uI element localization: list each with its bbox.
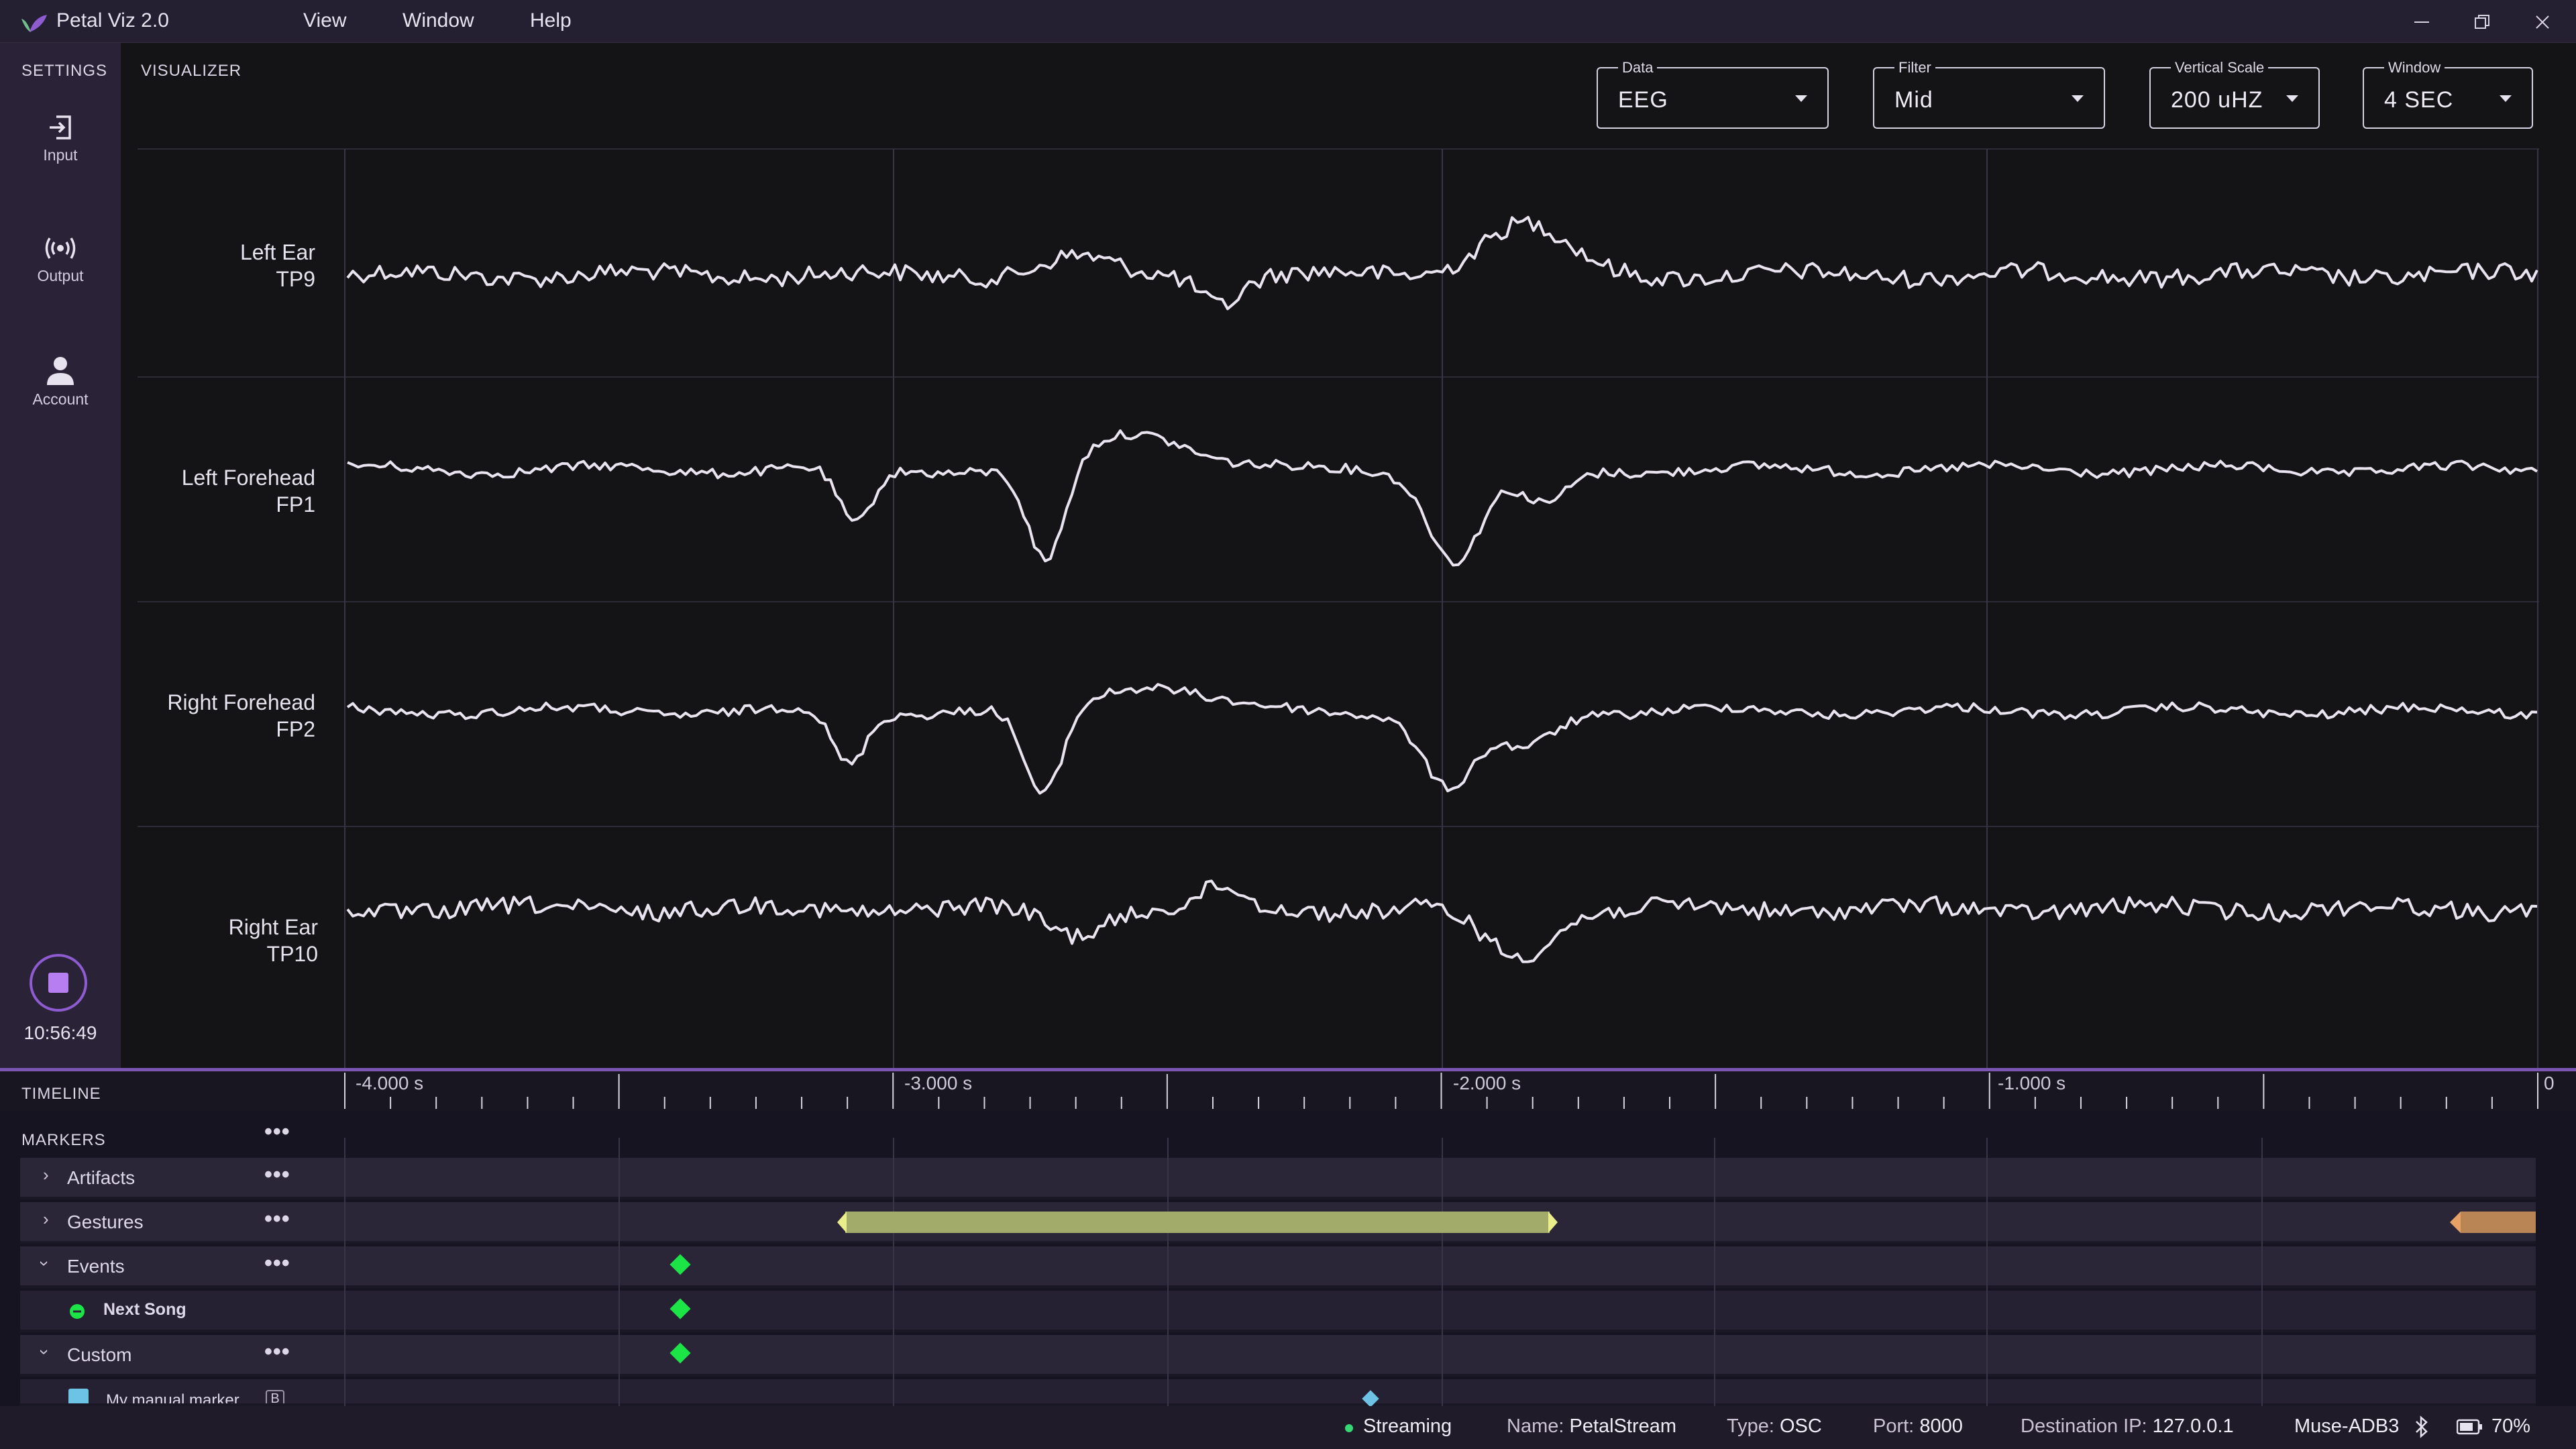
event-marker[interactable] <box>669 1298 691 1320</box>
window-select[interactable]: Window 4 SEC <box>2363 59 2533 129</box>
menu-window[interactable]: Window <box>402 9 474 32</box>
name-value: PetalStream <box>1569 1415 1677 1437</box>
dest-value: 127.0.0.1 <box>2152 1415 2234 1437</box>
restore-icon <box>2475 15 2489 29</box>
data-select-value: EEG <box>1618 87 1668 113</box>
chevron-down-icon <box>2500 95 2512 102</box>
channel-name: Left Ear <box>239 240 315 264</box>
device-name: Muse-ADB3 <box>2294 1415 2399 1438</box>
app-title: Petal Viz 2.0 <box>56 9 169 32</box>
channel-code: TP9 <box>276 267 315 291</box>
stop-button[interactable] <box>30 954 87 1012</box>
petal-logo-icon <box>21 15 47 32</box>
filter-select[interactable]: Filter Mid <box>1873 59 2105 129</box>
settings-sidebar <box>0 43 121 1068</box>
chevron-down-icon <box>2072 95 2084 102</box>
streaming-status: Streaming <box>1363 1415 1452 1438</box>
vertical-scale-select[interactable]: Vertical Scale 200 uHZ <box>2149 59 2320 129</box>
channel-label-tp10: Right Ear TP10 <box>144 914 318 967</box>
tick-label: 0 <box>2544 1073 2555 1093</box>
minimize-icon <box>2414 21 2429 23</box>
channel-label-fp2: Right Forehead FP2 <box>141 689 315 743</box>
visualizer-heading: VISUALIZER <box>141 62 242 80</box>
channel-name: Right Forehead <box>167 690 315 714</box>
input-icon <box>50 115 71 140</box>
destination-ip: Destination IP: 127.0.0.1 <box>2021 1415 2234 1438</box>
data-select[interactable]: Data EEG <box>1597 59 1829 129</box>
tick-label: -2.000 s <box>1453 1073 1521 1093</box>
clock: 10:56:49 <box>23 1022 97 1043</box>
stream-port: Port: 8000 <box>1873 1415 1963 1438</box>
channel-name: Left Forehead <box>181 466 315 490</box>
sidebar-item-label: Output <box>37 267 84 284</box>
port-value: 8000 <box>1919 1415 1963 1437</box>
tick-label: -3.000 s <box>904 1073 973 1093</box>
gesture-bar-start-handle[interactable] <box>837 1212 847 1233</box>
channel-label-tp9: Left Ear TP9 <box>141 239 315 292</box>
stream-type: Type: OSC <box>1727 1415 1822 1438</box>
tick-label: -1.000 s <box>1998 1073 2066 1093</box>
device-value: Muse-ADB3 <box>2294 1415 2400 1437</box>
sidebar-item-output[interactable]: Output <box>13 228 107 315</box>
vertical-scale-value: 200 uHZ <box>2171 87 2263 113</box>
channel-name: Right Ear <box>228 915 318 939</box>
filter-select-label: Filter <box>1894 59 1935 76</box>
filter-select-value: Mid <box>1894 87 1933 113</box>
channel-code: TP10 <box>266 942 318 966</box>
custom-marker[interactable] <box>1362 1390 1379 1406</box>
eeg-plot <box>138 148 2539 1068</box>
vertical-scale-label: Vertical Scale <box>2171 59 2269 76</box>
settings-heading: SETTINGS <box>21 62 108 80</box>
broadcast-icon <box>45 237 76 259</box>
menu-help[interactable]: Help <box>530 9 572 32</box>
type-label: Type: <box>1727 1415 1774 1437</box>
battery-icon <box>2457 1419 2482 1435</box>
channel-code: FP1 <box>276 492 315 517</box>
event-marker[interactable] <box>669 1254 691 1275</box>
gesture-marker-bar-2[interactable] <box>2461 1212 2536 1233</box>
sidebar-item-label: Account <box>32 390 89 408</box>
sidebar-item-account[interactable]: Account <box>13 349 107 436</box>
minimize-button[interactable] <box>2402 5 2442 39</box>
name-label: Name: <box>1507 1415 1564 1437</box>
chevron-down-icon <box>1795 95 1807 102</box>
stop-icon <box>48 973 68 993</box>
gesture-bar-start-handle[interactable] <box>2450 1212 2461 1233</box>
sidebar-item-input[interactable]: Input <box>13 107 107 195</box>
stream-name: Name: PetalStream <box>1507 1415 1676 1438</box>
restore-button[interactable] <box>2462 5 2502 39</box>
chevron-down-icon <box>2286 95 2298 102</box>
person-icon <box>47 357 74 385</box>
streaming-dot-icon <box>1345 1424 1353 1432</box>
battery-value: 70% <box>2491 1415 2531 1437</box>
dest-label: Destination IP: <box>2021 1415 2147 1437</box>
window-select-value: 4 SEC <box>2384 87 2454 113</box>
bluetooth-icon <box>2416 1415 2428 1438</box>
channel-label-fp1: Left Forehead FP1 <box>141 464 315 518</box>
window-select-label: Window <box>2384 59 2445 76</box>
close-button[interactable] <box>2522 5 2563 39</box>
tick-label: -4.000 s <box>356 1073 424 1093</box>
gesture-bar-end-handle[interactable] <box>1548 1212 1558 1233</box>
battery-level: 70% <box>2491 1415 2530 1438</box>
streaming-text: Streaming <box>1363 1415 1452 1437</box>
close-icon <box>2536 15 2549 29</box>
data-select-label: Data <box>1618 59 1658 76</box>
marker-tracks <box>344 1138 2536 1406</box>
menu-view[interactable]: View <box>303 9 346 32</box>
channel-code: FP2 <box>276 717 315 741</box>
sidebar-item-label: Input <box>43 146 78 164</box>
gesture-marker-bar[interactable] <box>845 1212 1550 1233</box>
type-value: OSC <box>1780 1415 1822 1437</box>
title-bar <box>0 0 2576 43</box>
event-marker[interactable] <box>669 1342 691 1364</box>
port-label: Port: <box>1873 1415 1915 1437</box>
